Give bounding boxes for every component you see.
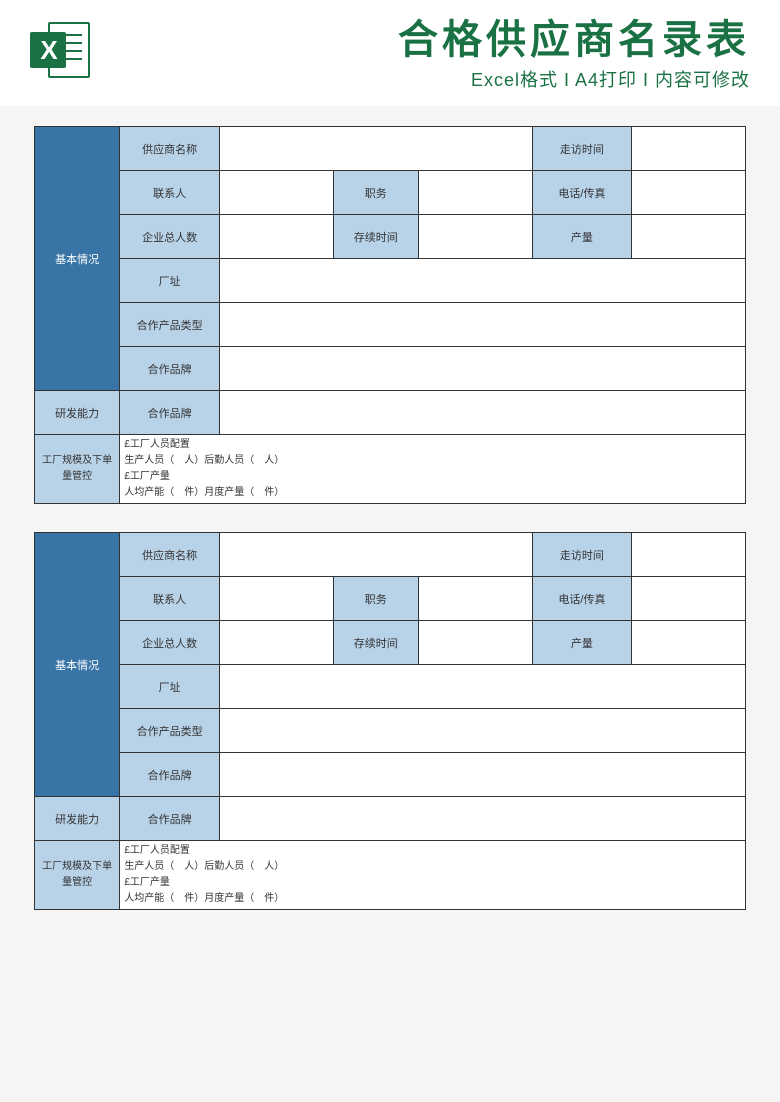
field-brand: 合作品牌 [120,753,220,797]
section-factory-scale: 工厂规模及下单量管控 [35,435,120,504]
field-visit-time: 走访时间 [532,533,632,577]
field-duration: 存续时间 [333,621,418,665]
page-title: 合格供应商名录表 [102,18,750,62]
factory-detail[interactable]: £工厂人员配置 生产人员（ 人）后勤人员（ 人） £工厂产量 人均产能（ 件）月… [120,435,746,504]
field-address: 厂址 [120,259,220,303]
input-product-type[interactable] [219,303,745,347]
field-output: 产量 [532,621,632,665]
input-contact[interactable] [219,577,333,621]
field-brand: 合作品牌 [120,347,220,391]
field-product-type: 合作产品类型 [120,709,220,753]
field-supplier-name: 供应商名称 [120,533,220,577]
field-total-staff: 企业总人数 [120,215,220,259]
section-rd-label: 研发能力 [35,391,120,435]
input-address[interactable] [219,259,745,303]
input-output[interactable] [632,621,746,665]
field-output: 产量 [532,215,632,259]
input-brand[interactable] [219,753,745,797]
field-address: 厂址 [120,665,220,709]
supplier-form-2: 基本情况 供应商名称 走访时间 联系人 职务 电话/传真 企业总人数 存续时间 … [34,532,746,910]
field-rd-brand: 合作品牌 [120,797,220,841]
page-content: 基本情况 供应商名称 走访时间 联系人 职务 电话/传真 企业总人数 存续时间 … [0,106,780,930]
field-supplier-name: 供应商名称 [120,127,220,171]
field-position: 职务 [333,171,418,215]
input-product-type[interactable] [219,709,745,753]
excel-icon: X [30,18,94,82]
field-product-type: 合作产品类型 [120,303,220,347]
field-contact: 联系人 [120,577,220,621]
field-phone-fax: 电话/传真 [532,577,632,621]
section-basic-label: 基本情况 [35,127,120,391]
input-output[interactable] [632,215,746,259]
input-contact[interactable] [219,171,333,215]
field-visit-time: 走访时间 [532,127,632,171]
input-address[interactable] [219,665,745,709]
page-subtitle: Excel格式 I A4打印 I 内容可修改 [102,66,750,92]
input-duration[interactable] [418,621,532,665]
field-rd-brand: 合作品牌 [120,391,220,435]
excel-x-letter: X [30,32,66,68]
header: X 合格供应商名录表 Excel格式 I A4打印 I 内容可修改 [0,0,780,106]
input-phone-fax[interactable] [632,577,746,621]
input-duration[interactable] [418,215,532,259]
input-visit-time[interactable] [632,533,746,577]
section-rd-label: 研发能力 [35,797,120,841]
factory-detail[interactable]: £工厂人员配置 生产人员（ 人）后勤人员（ 人） £工厂产量 人均产能（ 件）月… [120,841,746,910]
input-rd-brand[interactable] [219,797,745,841]
field-duration: 存续时间 [333,215,418,259]
field-phone-fax: 电话/传真 [532,171,632,215]
field-position: 职务 [333,577,418,621]
input-supplier-name[interactable] [219,533,532,577]
input-brand[interactable] [219,347,745,391]
input-position[interactable] [418,577,532,621]
input-visit-time[interactable] [632,127,746,171]
section-factory-scale: 工厂规模及下单量管控 [35,841,120,910]
input-position[interactable] [418,171,532,215]
input-total-staff[interactable] [219,215,333,259]
section-basic-label: 基本情况 [35,533,120,797]
supplier-form-1: 基本情况 供应商名称 走访时间 联系人 职务 电话/传真 企业总人数 存续时间 … [34,126,746,504]
input-rd-brand[interactable] [219,391,745,435]
input-total-staff[interactable] [219,621,333,665]
field-contact: 联系人 [120,171,220,215]
field-total-staff: 企业总人数 [120,621,220,665]
input-supplier-name[interactable] [219,127,532,171]
input-phone-fax[interactable] [632,171,746,215]
